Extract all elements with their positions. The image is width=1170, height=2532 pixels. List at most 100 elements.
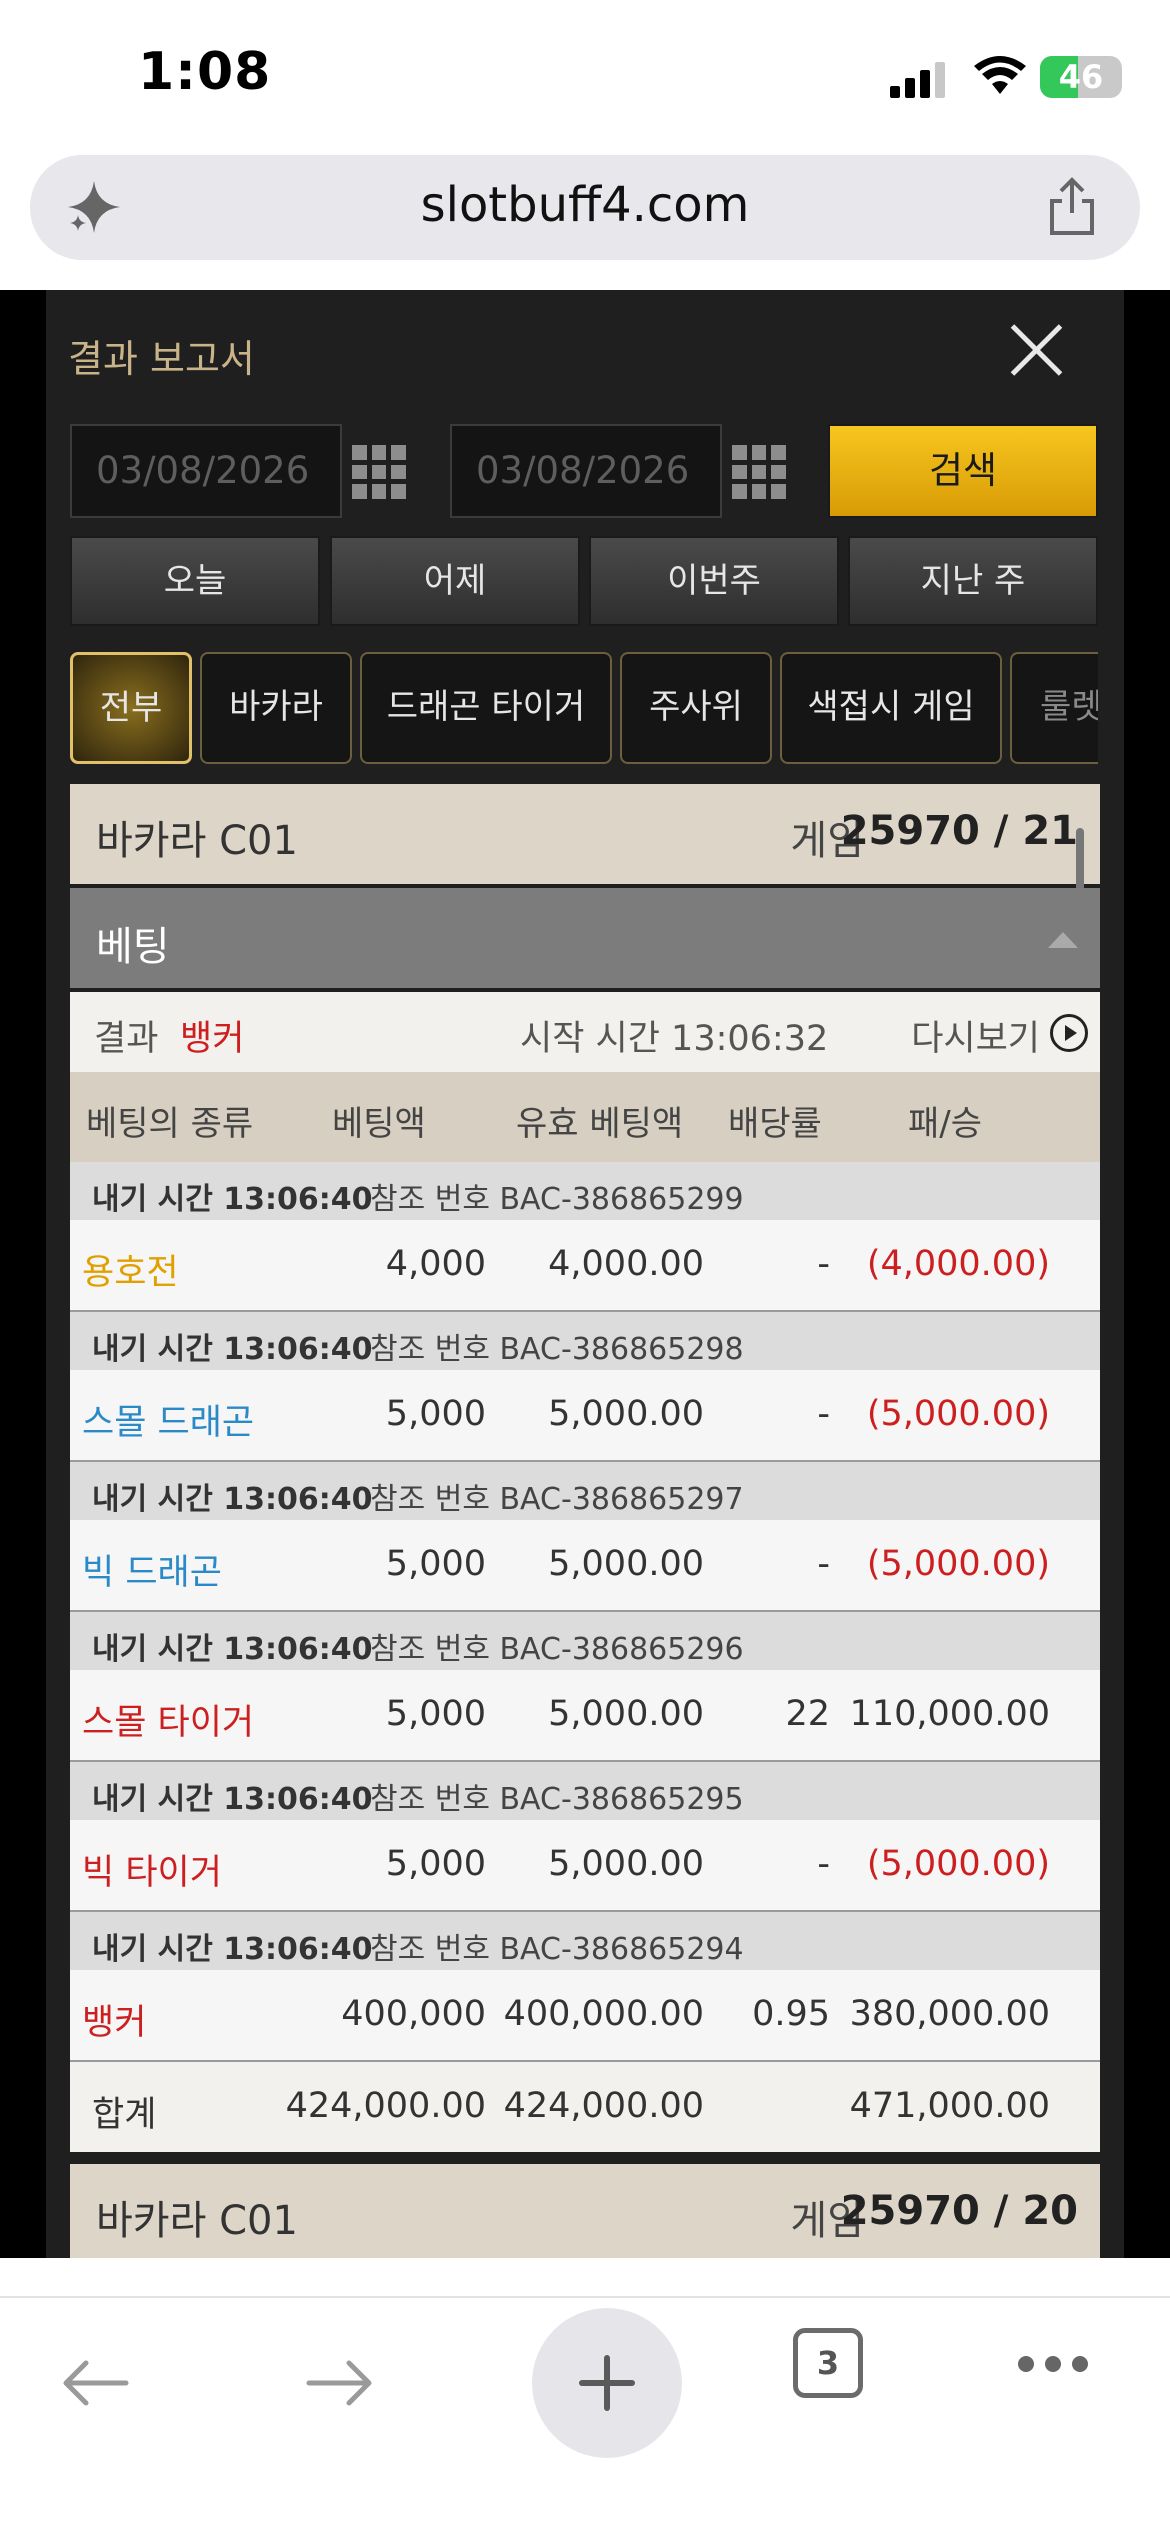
url-text[interactable]: slotbuff4.com	[30, 177, 1140, 233]
bet-entry: 내기 시간 13:06:40 참조 번호 BAC-386865298 스몰 드래곤 5…	[70, 1312, 1100, 1462]
valid-bet-amount: 5,000.00	[548, 1394, 704, 1434]
bet-type: 용호전	[82, 1253, 179, 1293]
bet-amount: 5,000	[385, 1394, 486, 1434]
result-row: 결과 뱅커 시작 시간 13:06:32 다시보기	[70, 992, 1100, 1072]
col-odds: 배당률	[728, 1104, 822, 1144]
bet-type: 스몰 타이거	[82, 1703, 255, 1743]
quick-range-yesterday[interactable]: 어제	[330, 536, 580, 626]
bet-odds: -	[817, 1844, 830, 1884]
date-to-input[interactable]: 03/08/2026	[450, 424, 722, 518]
bet-amount: 5,000	[385, 1544, 486, 1584]
bet-time: 내기 시간 13:06:40	[92, 1932, 373, 1967]
quick-range-this-week[interactable]: 이번주	[589, 536, 839, 626]
tab-roulette[interactable]: 룰렛	[1010, 652, 1098, 764]
bet-reference: 참조 번호 BAC-386865294	[370, 1932, 744, 1967]
collapse-caret-icon[interactable]	[1048, 932, 1078, 948]
game-name: 바카라 C01	[96, 2198, 298, 2244]
more-menu-icon[interactable]	[1018, 2356, 1088, 2372]
bet-entry-row: 빅 타이거 5,000 5,000.00 - (5,000.00)	[70, 1820, 1100, 1912]
betting-title: 베팅	[96, 924, 170, 970]
bet-odds: -	[817, 1394, 830, 1434]
modal-title: 결과 보고서	[68, 337, 255, 381]
share-icon[interactable]	[1044, 177, 1100, 237]
status-time: 1:08	[138, 42, 272, 102]
bet-entry-meta: 내기 시간 13:06:40 참조 번호 BAC-386865294	[70, 1912, 1100, 1970]
col-bet-type: 베팅의 종류	[86, 1104, 254, 1144]
battery-level: 46	[1058, 58, 1104, 96]
game-number: 25970 / 21	[840, 808, 1078, 854]
bet-entry: 내기 시간 13:06:40 참조 번호 BAC-386865294 뱅커 400,0…	[70, 1912, 1100, 2062]
bet-odds: 0.95	[752, 1994, 830, 2034]
bet-time: 내기 시간 13:06:40	[92, 1332, 373, 1367]
col-win-loss: 패/승	[908, 1104, 983, 1144]
bet-entry: 내기 시간 13:06:40 참조 번호 BAC-386865297 빅 드래곤 5,…	[70, 1462, 1100, 1612]
start-time: 시작 시간 13:06:32	[520, 1019, 829, 1059]
status-bar: 1:08 46	[0, 0, 1170, 150]
bet-reference: 참조 번호 BAC-386865298	[370, 1332, 744, 1367]
wifi-icon	[974, 56, 1026, 94]
bet-time: 내기 시간 13:06:40	[92, 1632, 373, 1667]
result-report-modal: 결과 보고서 03/08/2026 03/08/2026 검색 오늘 어제 이번…	[46, 290, 1124, 2258]
bet-type: 뱅커	[82, 2003, 147, 2043]
bet-amount: 5,000	[385, 1694, 486, 1734]
bet-entry: 내기 시간 13:06:40 참조 번호 BAC-386865296 스몰 타이거 5…	[70, 1612, 1100, 1762]
win-loss-amount: 380,000.00	[849, 1994, 1050, 2034]
total-row: 합계 424,000.00 424,000.00 471,000.00	[70, 2062, 1100, 2152]
bet-type: 빅 타이거	[82, 1853, 222, 1893]
win-loss-amount: (5,000.00)	[866, 1394, 1050, 1434]
bet-type: 빅 드래곤	[82, 1553, 222, 1593]
close-button[interactable]	[1006, 320, 1066, 380]
game-header[interactable]: 바카라 C01 게임 25970 / 21	[70, 784, 1100, 884]
play-icon[interactable]	[1050, 1014, 1088, 1052]
total-label: 합계	[92, 2095, 157, 2135]
valid-bet-amount: 5,000.00	[548, 1844, 704, 1884]
back-arrow-icon[interactable]	[60, 2358, 130, 2408]
calendar-grid-icon[interactable]	[352, 445, 406, 499]
bet-type: 스몰 드래곤	[82, 1403, 255, 1443]
bet-amount: 5,000	[385, 1844, 486, 1884]
search-button[interactable]: 검색	[828, 424, 1098, 518]
valid-bet-amount: 400,000.00	[503, 1994, 704, 2034]
win-loss-amount: 110,000.00	[849, 1694, 1050, 1734]
bet-odds: 22	[785, 1694, 830, 1734]
win-loss-amount: (5,000.00)	[866, 1544, 1050, 1584]
tab-color-dish[interactable]: 색접시 게임	[780, 652, 1002, 764]
bet-entry: 내기 시간 13:06:40 참조 번호 BAC-386865299 용호전 4,00…	[70, 1162, 1100, 1312]
forward-arrow-icon[interactable]	[305, 2358, 375, 2408]
tab-dice[interactable]: 주사위	[620, 652, 772, 764]
bet-entry-row: 스몰 타이거 5,000 5,000.00 22 110,000.00	[70, 1670, 1100, 1762]
bet-entry-meta: 내기 시간 13:06:40 참조 번호 BAC-386865295	[70, 1762, 1100, 1820]
address-bar[interactable]: slotbuff4.com	[30, 155, 1140, 260]
cellular-signal-icon	[890, 58, 950, 98]
bet-entry-row: 스몰 드래곤 5,000 5,000.00 - (5,000.00)	[70, 1370, 1100, 1462]
betting-section-header[interactable]: 베팅	[70, 888, 1100, 988]
total-bet: 424,000.00	[285, 2086, 486, 2126]
result-label: 결과	[94, 1019, 159, 1059]
quick-range-today[interactable]: 오늘	[70, 536, 320, 626]
bet-odds: -	[817, 1244, 830, 1284]
bet-entry-row: 용호전 4,000 4,000.00 - (4,000.00)	[70, 1220, 1100, 1312]
date-from-input[interactable]: 03/08/2026	[70, 424, 342, 518]
battery-icon: 46	[1040, 56, 1122, 98]
replay-link[interactable]: 다시보기	[911, 1010, 1040, 1061]
quick-range-last-week[interactable]: 지난 주	[848, 536, 1098, 626]
tab-switcher-button[interactable]: 3	[793, 2328, 863, 2398]
game-number: 25970 / 20	[840, 2188, 1078, 2234]
bet-reference: 참조 번호 BAC-386865295	[370, 1782, 744, 1817]
tab-all[interactable]: 전부	[70, 652, 192, 764]
bet-time: 내기 시간 13:06:40	[92, 1182, 373, 1217]
game-header-next[interactable]: 바카라 C01 게임 25970 / 20	[70, 2164, 1100, 2258]
tab-dragon-tiger[interactable]: 드래곤 타이거	[360, 652, 612, 764]
calendar-grid-icon[interactable]	[732, 445, 786, 499]
tab-baccarat[interactable]: 바카라	[200, 652, 352, 764]
new-tab-button[interactable]	[532, 2308, 682, 2458]
bet-reference: 참조 번호 BAC-386865297	[370, 1482, 744, 1517]
bet-entry-meta: 내기 시간 13:06:40 참조 번호 BAC-386865298	[70, 1312, 1100, 1370]
col-valid-bet: 유효 베팅액	[516, 1104, 684, 1144]
bet-reference: 참조 번호 BAC-386865296	[370, 1632, 744, 1667]
bet-entry-meta: 내기 시간 13:06:40 참조 번호 BAC-386865299	[70, 1162, 1100, 1220]
bet-entry-row: 빅 드래곤 5,000 5,000.00 - (5,000.00)	[70, 1520, 1100, 1612]
status-icons: 46	[840, 52, 1170, 102]
web-page: 결과 보고서 03/08/2026 03/08/2026 검색 오늘 어제 이번…	[0, 290, 1170, 2258]
bet-time: 내기 시간 13:06:40	[92, 1482, 373, 1517]
